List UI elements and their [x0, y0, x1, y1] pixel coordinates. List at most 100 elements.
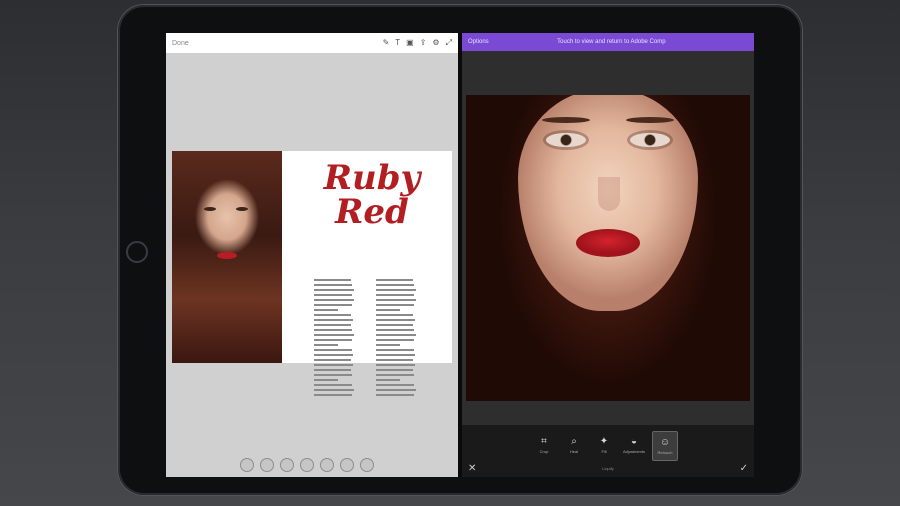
bottom-tool-button[interactable] [360, 458, 374, 472]
image-icon[interactable]: ▣ [406, 39, 414, 47]
face-icon: ☺ [659, 437, 671, 448]
text-line [314, 309, 338, 311]
text-line [314, 329, 353, 331]
right-eye-shape [236, 207, 248, 211]
text-line [376, 369, 413, 371]
text-line [314, 339, 352, 341]
text-line [314, 319, 353, 321]
right-brow-shape [626, 117, 674, 123]
text-line [376, 284, 415, 286]
tray-caption: Liquify [602, 466, 614, 471]
photo-edit-header: Options Touch to view and return to Adob… [462, 33, 754, 51]
brush-icon[interactable]: ✎ [383, 39, 390, 47]
right-eye-shape [630, 133, 670, 147]
share-icon[interactable]: ⇪ [420, 39, 427, 47]
edit-tools-row: ⌗ Crop ⌕ Heal ✦ Fill ◒ Adjustments ☺ Retouch [532, 431, 678, 461]
tablet-device: Done ✎ T ▣ ⇪ ⚙ ⤢ Ruby Red Options Touch … [118, 5, 802, 495]
text-line [376, 389, 416, 391]
text-line [376, 349, 414, 351]
text-line [314, 344, 338, 346]
left-brow-shape [542, 117, 590, 123]
tool-retouch-button[interactable]: ☺ Retouch [652, 431, 678, 461]
text-line [314, 294, 352, 296]
text-line [376, 354, 416, 356]
spread-title-line1: Ruby [323, 158, 421, 198]
bottom-tool-button[interactable] [340, 458, 354, 472]
tool-label: Fill [601, 449, 607, 454]
text-line [314, 349, 352, 351]
fill-icon: ✦ [599, 436, 609, 447]
bottom-tool-button[interactable] [240, 458, 254, 472]
layout-toolbar: Done ✎ T ▣ ⇪ ⚙ ⤢ [166, 33, 458, 53]
text-line [314, 374, 353, 376]
magazine-spread[interactable]: Ruby Red [172, 151, 452, 396]
spread-portrait-image [172, 151, 282, 363]
text-line [376, 384, 414, 386]
options-button[interactable]: Options [468, 39, 489, 45]
text-line [314, 379, 338, 381]
text-line [314, 359, 352, 361]
expand-icon[interactable]: ⤢ [446, 39, 452, 47]
text-line [314, 384, 352, 386]
edit-tools-tray: ⌗ Crop ⌕ Heal ✦ Fill ◒ Adjustments ☺ Retouch ✕ Li… [462, 425, 754, 477]
done-button[interactable]: Done [172, 40, 383, 47]
return-banner[interactable]: Touch to view and return to Adobe Comp [489, 39, 734, 45]
spread-title-line2: Red [335, 192, 409, 232]
tool-crop-button[interactable]: ⌗ Crop [532, 431, 556, 459]
tool-label: Heal [569, 449, 579, 454]
text-line [314, 334, 354, 336]
lips-shape [217, 252, 237, 259]
gear-icon[interactable]: ⚙ [432, 39, 439, 47]
bottom-tool-button[interactable] [320, 458, 334, 472]
text-line [314, 304, 352, 306]
left-eye-shape [204, 207, 216, 211]
heal-icon: ⌕ [571, 436, 577, 447]
photo-edit-pane: Options Touch to view and return to Adob… [462, 33, 754, 477]
body-text-column-2 [376, 279, 416, 399]
bottom-tool-button[interactable] [300, 458, 314, 472]
bottom-tool-button[interactable] [260, 458, 274, 472]
text-line [376, 279, 413, 281]
text-line [376, 374, 415, 376]
bottom-toolbar [240, 458, 374, 472]
text-line [376, 319, 415, 321]
text-line [376, 324, 413, 326]
text-line [376, 309, 400, 311]
text-line [314, 324, 351, 326]
tool-label: Adjustments [622, 449, 645, 454]
text-line [376, 339, 414, 341]
tool-label: Retouch [657, 450, 673, 455]
tool-heal-button[interactable]: ⌕ Heal [562, 431, 586, 459]
text-line [376, 379, 400, 381]
toolbar-icons: ✎ T ▣ ⇪ ⚙ ⤢ [383, 39, 452, 47]
home-button[interactable] [126, 241, 148, 263]
layout-app-pane: Done ✎ T ▣ ⇪ ⚙ ⤢ Ruby Red [166, 33, 458, 477]
text-icon[interactable]: T [395, 39, 400, 47]
text-line [376, 364, 415, 366]
tablet-screen: Done ✎ T ▣ ⇪ ⚙ ⤢ Ruby Red Options Touch … [166, 33, 754, 477]
text-line [376, 299, 416, 301]
text-line [314, 314, 352, 316]
text-line [314, 289, 354, 291]
left-eye-shape [546, 133, 586, 147]
text-line [314, 284, 353, 286]
text-line [376, 304, 414, 306]
adjust-icon: ◒ [630, 436, 638, 447]
text-line [376, 359, 414, 361]
text-line [314, 354, 354, 356]
lips-shape [576, 229, 640, 257]
tool-label: Crop [539, 449, 549, 454]
portrait-photo[interactable] [466, 95, 750, 401]
text-line [314, 389, 354, 391]
text-line [314, 394, 352, 396]
text-line [376, 329, 415, 331]
confirm-icon[interactable]: ✓ [740, 463, 748, 474]
tool-adjustments-button[interactable]: ◒ Adjustments [622, 431, 646, 459]
text-line [314, 279, 351, 281]
bottom-tool-button[interactable] [280, 458, 294, 472]
text-line [376, 294, 414, 296]
nose-shape [598, 177, 620, 211]
spread-title: Ruby Red [302, 161, 442, 229]
text-line [376, 394, 414, 396]
tool-fill-button[interactable]: ✦ Fill [592, 431, 616, 459]
